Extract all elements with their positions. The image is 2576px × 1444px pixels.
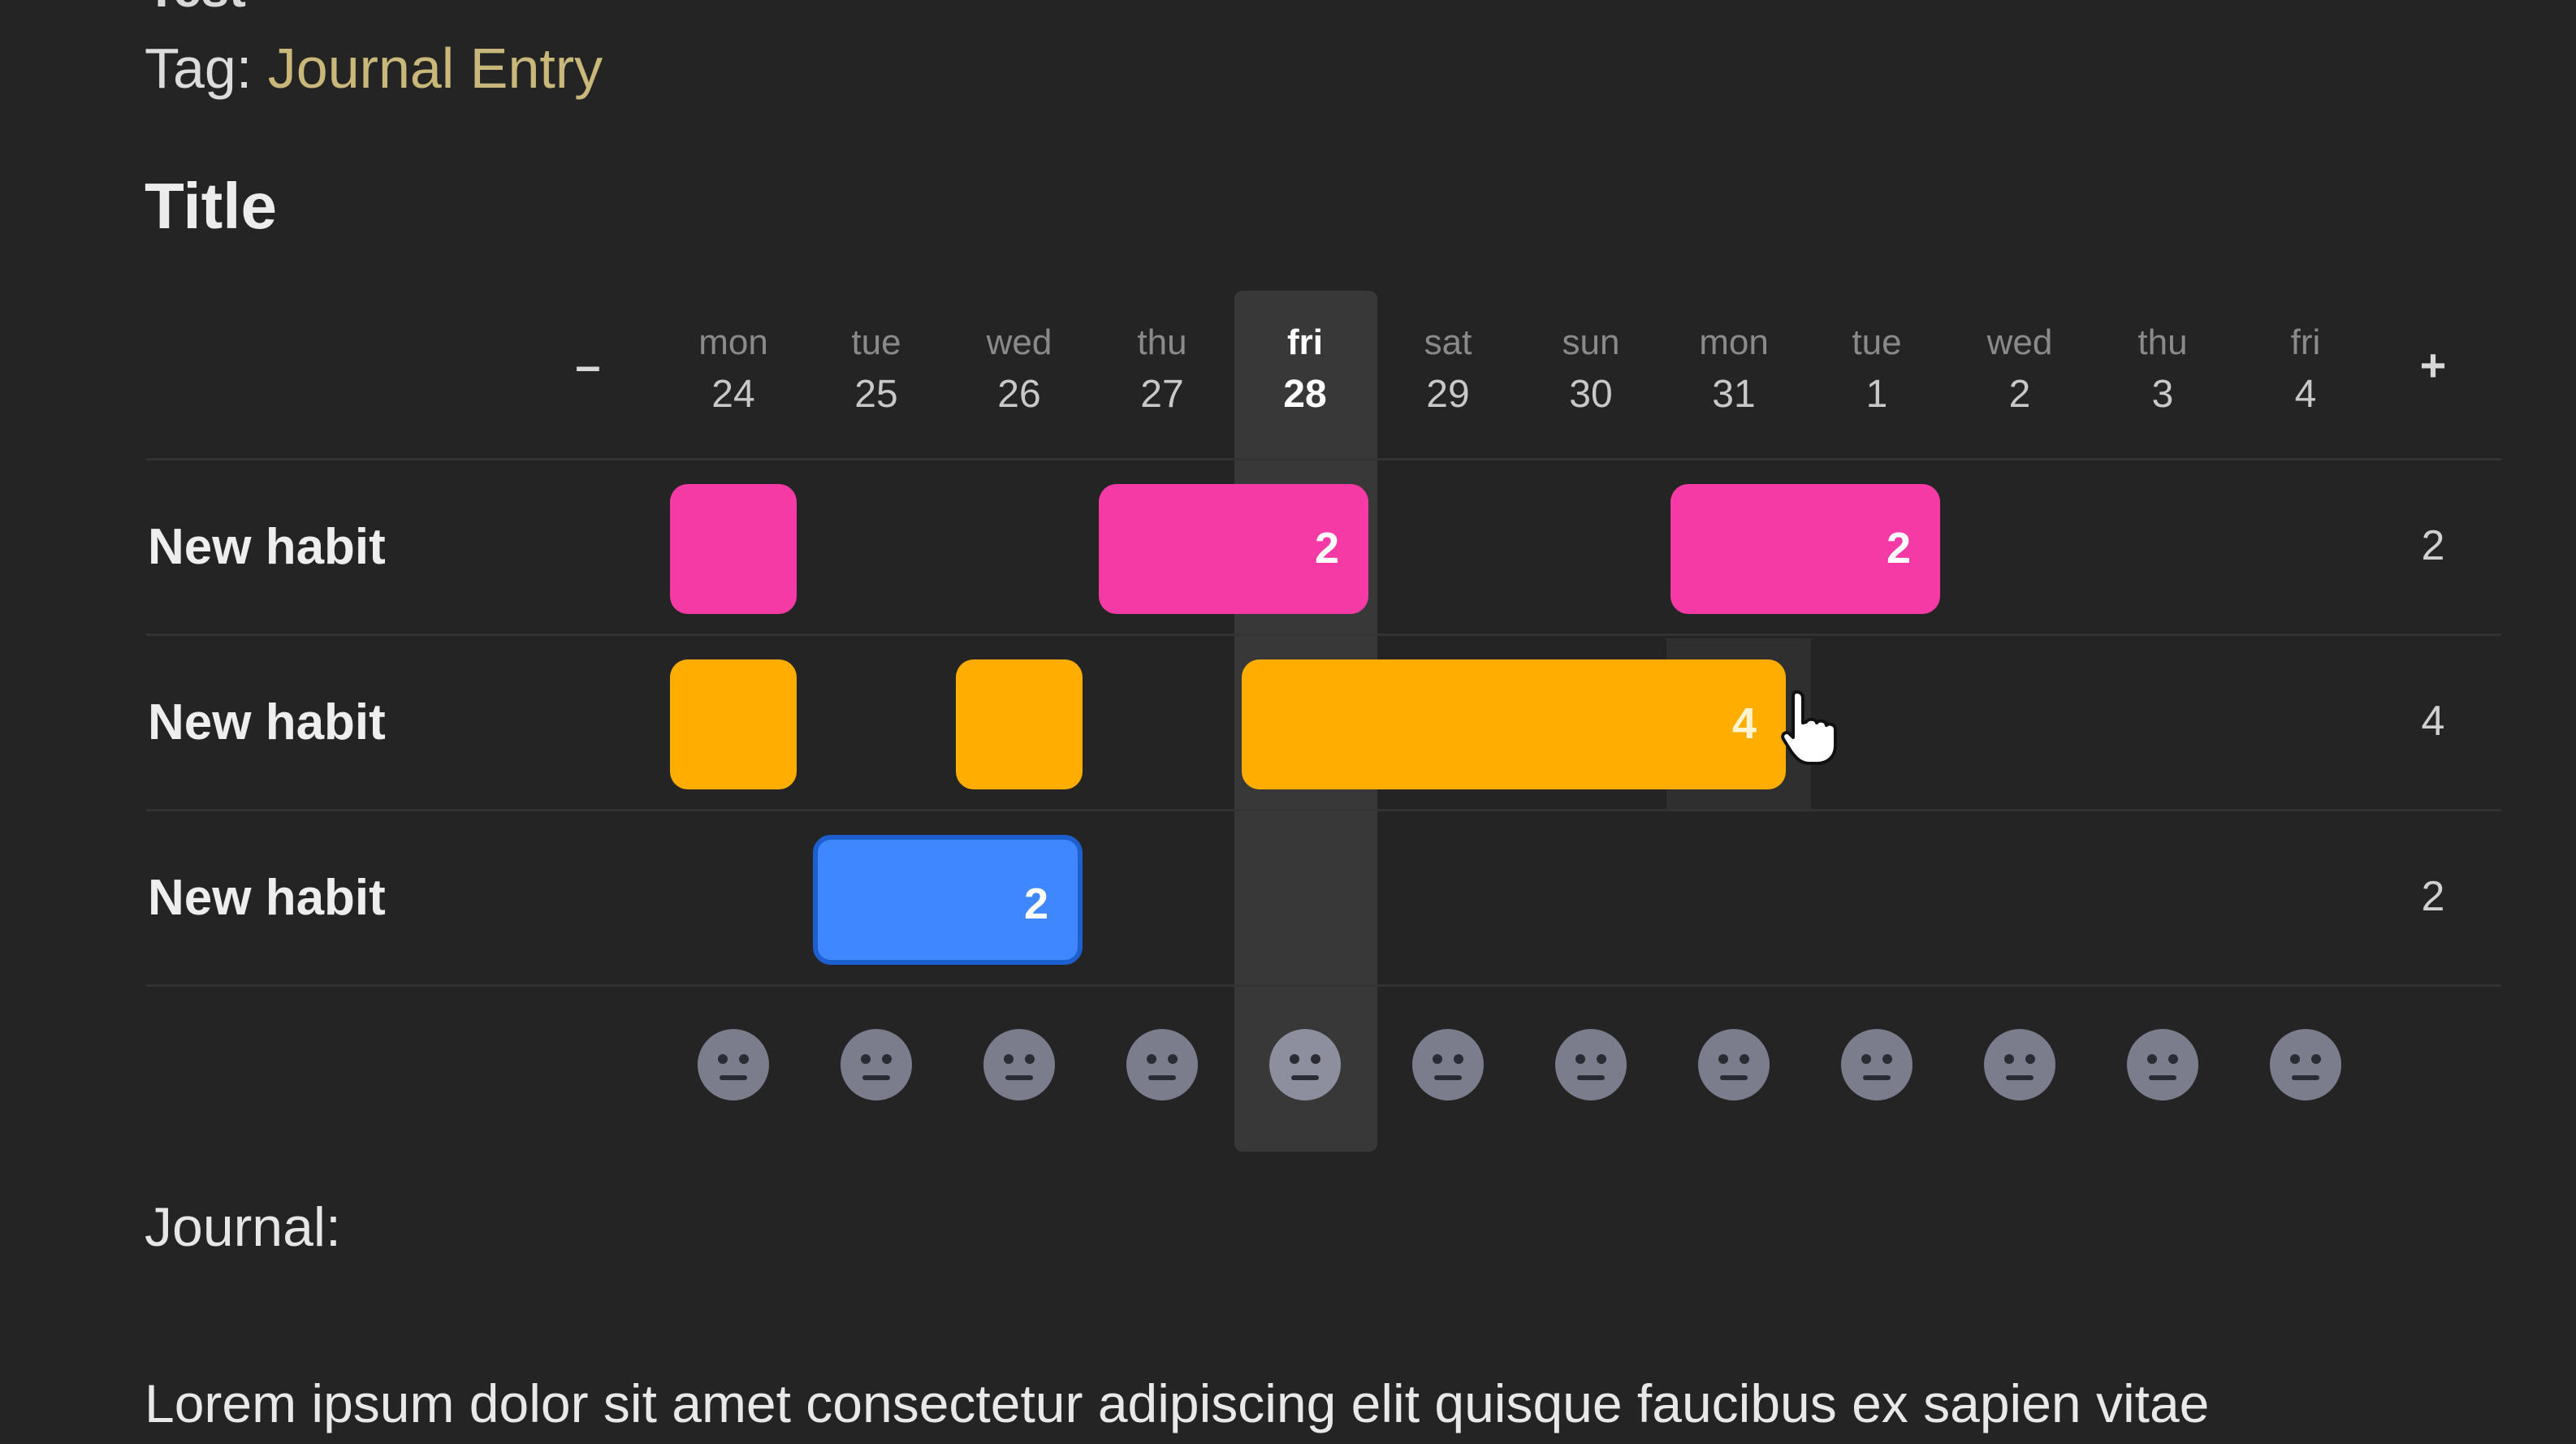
- streak-count: 2: [1886, 524, 1911, 573]
- journal-label: Journal:: [145, 1196, 341, 1258]
- day-header: mon 24: [662, 325, 805, 414]
- day-of-week: mon: [698, 322, 768, 362]
- row-divider: [146, 984, 2501, 987]
- day-header: fri 4: [2234, 325, 2377, 414]
- neutral-face-icon[interactable]: [983, 1028, 1056, 1101]
- mood-row: [0, 1028, 2576, 1109]
- day-of-month: 26: [997, 373, 1041, 416]
- next-week-button[interactable]: +: [2409, 341, 2457, 390]
- day-header: tue 1: [1805, 325, 1948, 414]
- tag-label: Tag:: [145, 37, 253, 100]
- day-header: sun 30: [1519, 325, 1662, 414]
- journal-body: Lorem ipsum dolor sit amet consectetur a…: [145, 1373, 2210, 1433]
- neutral-face-icon[interactable]: [697, 1028, 770, 1101]
- prev-week-button[interactable]: –: [564, 341, 612, 390]
- day-of-week: thu: [2137, 322, 2188, 362]
- section-title: Title: [145, 170, 278, 242]
- day-of-week: tue: [851, 322, 901, 362]
- day-header: thu 27: [1091, 325, 1234, 414]
- habit-streak-block[interactable]: 2: [1099, 484, 1368, 614]
- day-of-month: 31: [1712, 373, 1756, 416]
- neutral-face-icon[interactable]: [1269, 1028, 1342, 1101]
- day-of-month: 30: [1569, 373, 1613, 416]
- day-of-week: tue: [1852, 322, 1902, 362]
- day-of-week: mon: [1699, 322, 1769, 362]
- day-header: wed 2: [1948, 325, 2091, 414]
- day-of-month: 2: [2008, 373, 2031, 416]
- habit-tracker-page: Test Tag: Journal Entry Title – mon24tue…: [0, 0, 2576, 1444]
- neutral-face-icon[interactable]: [1411, 1028, 1485, 1101]
- day-of-week: sun: [1562, 322, 1620, 362]
- habit-streak-block[interactable]: 2: [813, 835, 1083, 965]
- page-heading: Test: [146, 0, 246, 19]
- habit-row: New habit 2 2 2: [0, 460, 2576, 633]
- day-of-week: wed: [986, 322, 1052, 362]
- habit-streak-block[interactable]: [670, 659, 797, 789]
- habit-name[interactable]: New habit: [148, 694, 386, 751]
- day-header: tue 25: [805, 325, 948, 414]
- habit-row: New habit 2 2: [0, 811, 2576, 984]
- neutral-face-icon[interactable]: [1126, 1028, 1199, 1101]
- day-of-month: 24: [711, 373, 755, 416]
- day-of-month: 4: [2294, 373, 2317, 416]
- day-of-week: wed: [1986, 322, 2053, 362]
- day-header: mon 31: [1662, 325, 1805, 414]
- habit-total: 2: [2421, 873, 2445, 920]
- habit-streak-block[interactable]: 2: [1671, 484, 1940, 614]
- habit-streak-block[interactable]: [670, 484, 797, 614]
- habit-name[interactable]: New habit: [148, 869, 386, 927]
- neutral-face-icon[interactable]: [1554, 1028, 1627, 1101]
- neutral-face-icon[interactable]: [2126, 1028, 2199, 1101]
- day-of-week: thu: [1137, 322, 1187, 362]
- day-header: sat 29: [1377, 325, 1519, 414]
- habit-total: 4: [2421, 698, 2445, 745]
- tag-line: Tag: Journal Entry: [145, 36, 603, 101]
- tag-link[interactable]: Journal Entry: [268, 37, 603, 100]
- hand-cursor-icon: [1781, 690, 1837, 765]
- day-header: thu 3: [2091, 325, 2234, 414]
- day-of-week: fri: [2290, 322, 2321, 362]
- day-header: wed 26: [948, 325, 1091, 414]
- day-header: fri 28: [1234, 325, 1377, 414]
- calendar-header: – mon 24 tue 25 wed 26 thu 27 fri 28 sat 29 sun 30 mon…: [0, 300, 2576, 463]
- day-of-month: 27: [1140, 373, 1184, 416]
- day-of-month: 1: [1865, 373, 1888, 416]
- habit-name[interactable]: New habit: [148, 518, 386, 576]
- day-of-month: 29: [1426, 373, 1470, 416]
- day-of-month: 25: [854, 373, 898, 416]
- streak-count: 2: [1314, 524, 1339, 573]
- day-of-month: 28: [1283, 373, 1327, 416]
- neutral-face-icon[interactable]: [1983, 1028, 2056, 1101]
- neutral-face-icon[interactable]: [840, 1028, 913, 1101]
- habit-streak-block[interactable]: [956, 659, 1083, 789]
- day-of-week: fri: [1287, 322, 1323, 362]
- streak-count: 2: [1023, 880, 1048, 928]
- day-of-week: sat: [1424, 322, 1472, 362]
- habit-total: 2: [2421, 522, 2445, 569]
- neutral-face-icon[interactable]: [2269, 1028, 2342, 1101]
- day-of-month: 3: [2151, 373, 2174, 416]
- neutral-face-icon[interactable]: [1840, 1028, 1913, 1101]
- neutral-face-icon[interactable]: [1697, 1028, 1770, 1101]
- habit-row: New habit 4 4: [0, 635, 2576, 809]
- habit-streak-block[interactable]: 4: [1242, 659, 1786, 789]
- streak-count: 4: [1731, 699, 1757, 748]
